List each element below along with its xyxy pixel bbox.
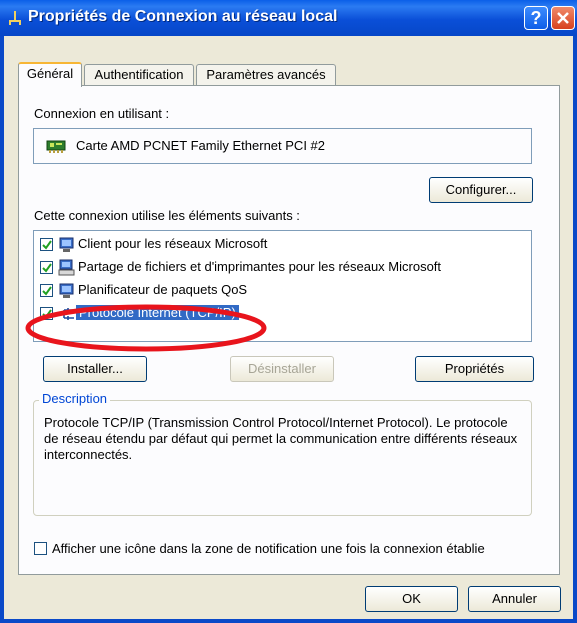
checkmark-icon [42, 240, 52, 250]
checkbox[interactable] [40, 261, 53, 274]
description-legend: Description [39, 391, 111, 406]
title-bar[interactable]: Propriétés de Connexion au réseau local … [0, 0, 577, 36]
adapter-name: Carte AMD PCNET Family Ethernet PCI #2 [76, 138, 326, 153]
close-icon [557, 12, 569, 24]
description-text: Protocole TCP/IP (Transmission Control P… [44, 415, 518, 462]
close-button[interactable] [551, 6, 575, 30]
list-item[interactable]: Planificateur de paquets QoS [38, 281, 528, 301]
list-item[interactable]: Partage de fichiers et d'imprimantes pou… [38, 258, 528, 278]
help-button[interactable]: ? [524, 6, 548, 30]
checkbox[interactable] [40, 238, 53, 251]
window-title: Propriétés de Connexion au réseau local [28, 8, 338, 25]
notify-checkbox[interactable] [34, 542, 47, 555]
adapter-box: Carte AMD PCNET Family Ethernet PCI #2 [33, 128, 532, 164]
cancel-button[interactable]: Annuler [468, 586, 561, 612]
dialog-window: Propriétés de Connexion au réseau local … [0, 0, 577, 623]
list-item[interactable]: Client pour les réseaux Microsoft [38, 235, 528, 255]
install-button[interactable]: Installer... [43, 356, 147, 382]
item-label: Client pour les réseaux Microsoft [78, 236, 268, 251]
components-label: Cette connexion utilise les éléments sui… [34, 208, 300, 223]
network-client-icon [59, 237, 74, 252]
checkmark-icon [42, 263, 52, 273]
uninstall-button: Désinstaller [230, 356, 334, 382]
tab-authentication[interactable]: Authentification [84, 64, 194, 85]
item-label: Partage de fichiers et d'imprimantes pou… [78, 259, 442, 274]
checkmark-icon [42, 286, 52, 296]
connect-using-label: Connexion en utilisant : [34, 106, 170, 121]
network-connection-icon [9, 11, 21, 25]
dialog-body: Général Authentification Paramètres avan… [4, 36, 573, 619]
properties-button[interactable]: Propriétés [415, 356, 534, 382]
annotation-ellipse [25, 304, 267, 352]
ok-button[interactable]: OK [365, 586, 458, 612]
configure-button[interactable]: Configurer... [429, 177, 533, 203]
notify-label[interactable]: Afficher une icône dans la zone de notif… [52, 541, 485, 556]
checkbox[interactable] [40, 284, 53, 297]
tab-advanced-settings[interactable]: Paramètres avancés [196, 64, 336, 85]
network-adapter-icon [46, 140, 66, 153]
item-label: Planificateur de paquets QoS [78, 282, 248, 297]
qos-scheduler-icon [59, 283, 74, 298]
tab-general[interactable]: Général [18, 62, 82, 87]
file-printer-sharing-icon [58, 259, 75, 276]
